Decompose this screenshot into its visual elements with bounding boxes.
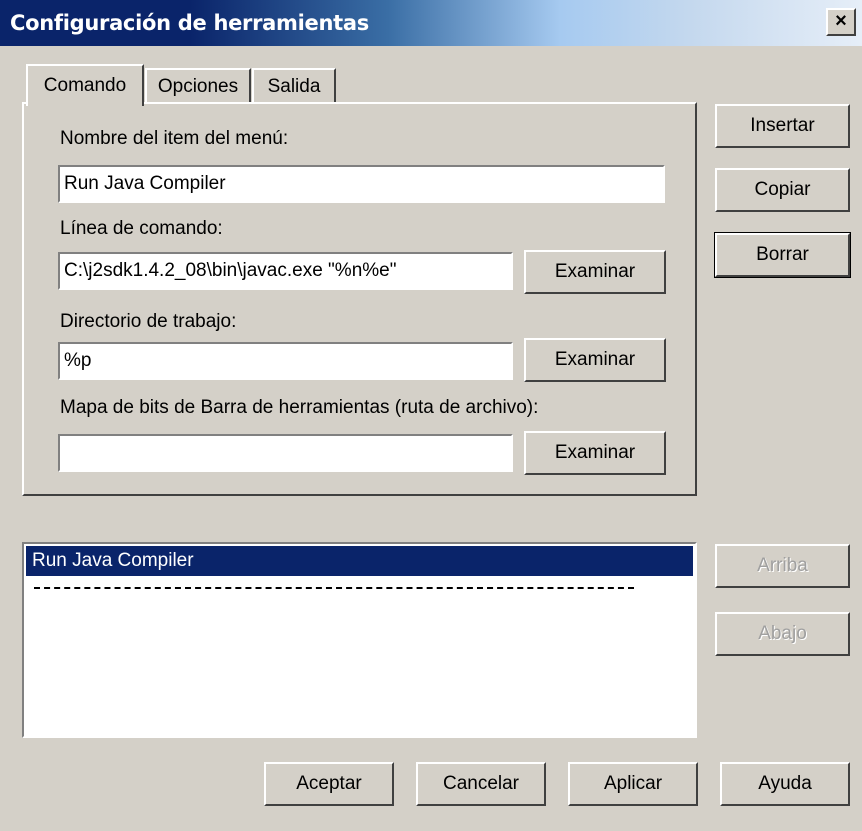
- tab-comando-label: Comando: [43, 75, 127, 96]
- workdir-input[interactable]: %p: [58, 342, 513, 380]
- apply-button[interactable]: Aplicar: [568, 762, 698, 806]
- help-button[interactable]: Ayuda: [720, 762, 850, 806]
- command-browse-button[interactable]: Examinar: [524, 250, 666, 294]
- list-item-selected[interactable]: Run Java Compiler: [26, 546, 693, 576]
- tab-salida-label: Salida: [267, 76, 321, 97]
- command-label: Línea de comando:: [60, 218, 223, 239]
- tab-comando[interactable]: Comando: [26, 64, 144, 106]
- bitmap-browse-button[interactable]: Examinar: [524, 431, 666, 475]
- bitmap-input[interactable]: [58, 434, 513, 472]
- ok-button[interactable]: Aceptar: [264, 762, 394, 806]
- move-up-button[interactable]: Arriba: [715, 544, 850, 588]
- window-title: Configuración de herramientas: [10, 11, 369, 35]
- menu-name-label: Nombre del item del menú:: [60, 128, 289, 149]
- copy-button[interactable]: Copiar: [715, 168, 850, 212]
- cancel-button[interactable]: Cancelar: [416, 762, 546, 806]
- bitmap-label: Mapa de bits de Barra de herramientas (r…: [60, 397, 539, 418]
- workdir-label: Directorio de trabajo:: [60, 311, 237, 332]
- tab-opciones[interactable]: Opciones: [145, 68, 251, 104]
- tab-salida[interactable]: Salida: [252, 68, 336, 104]
- delete-button[interactable]: Borrar: [714, 232, 851, 278]
- tab-opciones-label: Opciones: [157, 76, 239, 97]
- list-separator[interactable]: [34, 587, 634, 589]
- close-icon: ×: [835, 10, 847, 32]
- workdir-browse-button[interactable]: Examinar: [524, 338, 666, 382]
- close-button[interactable]: ×: [826, 8, 856, 36]
- move-down-button[interactable]: Abajo: [715, 612, 850, 656]
- menu-name-input[interactable]: Run Java Compiler: [58, 165, 665, 203]
- tools-list[interactable]: Run Java Compiler: [22, 542, 697, 738]
- command-input[interactable]: C:\j2sdk1.4.2_08\bin\javac.exe "%n%e": [58, 252, 513, 290]
- title-bar[interactable]: Configuración de herramientas ×: [0, 0, 862, 46]
- insert-button[interactable]: Insertar: [715, 104, 850, 148]
